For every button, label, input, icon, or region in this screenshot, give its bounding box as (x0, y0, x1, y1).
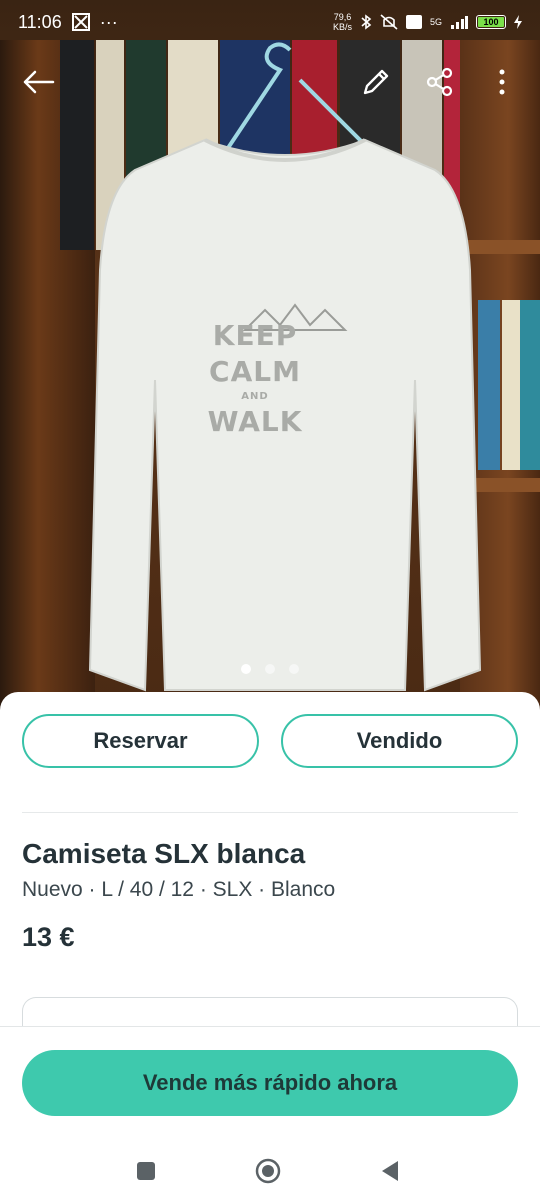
app-notification-icon (71, 13, 90, 31)
system-navigation-bar (0, 1142, 540, 1200)
charging-icon (514, 15, 522, 29)
pager-dot[interactable] (265, 664, 275, 674)
share-button[interactable] (418, 55, 462, 109)
pencil-icon (363, 69, 389, 95)
signal-type: 5G (429, 17, 442, 27)
print-line: AND (241, 391, 269, 402)
volte-icon (405, 15, 422, 29)
square-icon (137, 1162, 155, 1180)
signal-icon (451, 16, 468, 29)
product-price: 13 € (22, 922, 75, 952)
back-button[interactable] (16, 55, 60, 109)
overflow-dots-icon: ··· (99, 11, 118, 32)
pager-dot[interactable] (289, 664, 299, 674)
divider (22, 812, 518, 813)
battery-level: 100 (483, 17, 499, 27)
triangle-back-icon (382, 1161, 398, 1181)
nav-back-button[interactable] (373, 1154, 407, 1188)
sold-button[interactable]: Vendido (281, 714, 518, 768)
bluetooth-icon (361, 14, 372, 30)
bottom-action-bar: Vende más rápido ahora (0, 1026, 540, 1142)
print-line: CALM (209, 355, 301, 388)
battery-icon: 100 (476, 15, 506, 29)
circle-home-icon (255, 1158, 281, 1184)
sell-faster-button[interactable]: Vende más rápido ahora (22, 1050, 518, 1116)
edit-button[interactable] (354, 55, 398, 109)
more-options-button[interactable] (480, 55, 524, 109)
owner-actions: Reservar Vendido (22, 714, 518, 768)
network-speed: 79,6 KB/s (333, 12, 352, 32)
product-title: Camiseta SLX blanca (22, 838, 306, 869)
shirt-print: KEEP CALM AND WALK (0, 318, 540, 440)
product-attributes: Nuevo · L / 40 / 12 · SLX · Blanco (22, 878, 336, 901)
mute-icon (380, 14, 398, 30)
net-speed-value: 79,6 (333, 12, 352, 22)
recents-button[interactable] (129, 1154, 163, 1188)
pager-dot[interactable] (241, 664, 251, 674)
arrow-left-icon (23, 70, 55, 94)
photo-pager (0, 664, 540, 674)
status-time: 11:06 (18, 11, 62, 32)
print-line: KEEP (212, 319, 298, 352)
status-bar: 11:06 ··· 79,6 KB/s 5G 100 (0, 0, 540, 44)
home-button[interactable] (251, 1154, 285, 1188)
print-line: WALK (207, 405, 303, 438)
net-speed-unit: KB/s (332, 22, 352, 32)
reserve-button[interactable]: Reservar (22, 714, 259, 768)
top-toolbar (0, 55, 540, 109)
share-icon (426, 67, 453, 97)
more-vertical-icon (499, 69, 505, 95)
